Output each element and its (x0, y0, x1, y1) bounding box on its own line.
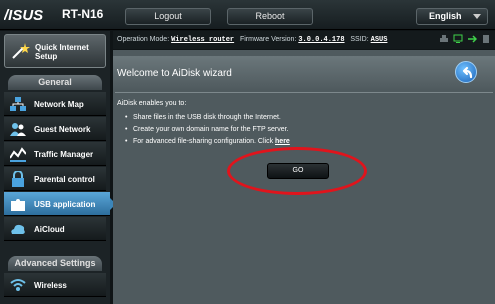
panel-header: Welcome to AiDisk wizard (113, 56, 495, 90)
printer-icon[interactable] (439, 34, 449, 44)
traffic-chart-icon (10, 147, 26, 162)
ssid-link[interactable]: ASUS (371, 36, 388, 44)
quick-internet-setup-button[interactable]: Quick Internet Setup (4, 34, 106, 68)
sidebar-item-parental-control[interactable]: Parental control (4, 167, 106, 191)
firmware-label: Firmware Version: (239, 36, 297, 43)
sidebar-item-usb-application[interactable]: USB application (4, 192, 116, 216)
back-arrow-icon (462, 66, 473, 79)
reboot-button[interactable]: Reboot (227, 8, 313, 25)
sidebar-item-traffic-manager[interactable]: Traffic Manager (4, 142, 106, 166)
operation-mode-link[interactable]: Wireless router (171, 36, 234, 44)
sidebar-item-label: Traffic Manager (34, 150, 94, 159)
cloud-icon (11, 224, 25, 234)
router-model: RT-N16 (62, 7, 104, 21)
header-divider (115, 92, 493, 93)
sidebar-item-guest-network[interactable]: Guest Network (4, 117, 106, 141)
back-button[interactable] (455, 61, 477, 83)
logout-button[interactable]: Logout (125, 8, 211, 25)
disk-icon[interactable] (481, 34, 491, 44)
usb-status-icon[interactable] (467, 34, 478, 44)
page-title: Welcome to AiDisk wizard (117, 68, 232, 79)
network-status-icon[interactable] (453, 34, 463, 44)
sidebar-item-label: Guest Network (34, 125, 91, 134)
sidebar-item-network-map[interactable]: Network Map (4, 92, 106, 116)
chevron-down-icon (473, 14, 481, 19)
intro-text: AiDisk enables you to: (117, 100, 187, 107)
sidebar-item-aicloud[interactable]: AiCloud (4, 217, 106, 241)
go-button[interactable]: GO (267, 163, 329, 179)
sidebar-item-wireless[interactable]: Wireless (4, 273, 106, 297)
ssid-label: SSID: (350, 36, 369, 43)
guest-users-icon (10, 123, 26, 136)
list-item: Create your own domain name for the FTP … (125, 126, 290, 138)
status-bar: Operation Mode: Wireless router Firmware… (113, 31, 495, 49)
advanced-settings-section-title: Advanced Settings (8, 256, 102, 271)
general-section-title: General (8, 75, 102, 90)
advanced-config-text: For advanced file-sharing configuration.… (133, 138, 274, 145)
lock-icon (12, 171, 24, 187)
main-panel: Welcome to AiDisk wizard AiDisk enables … (113, 50, 495, 304)
list-item: For advanced file-sharing configuration.… (125, 138, 290, 150)
sidebar-item-label: Wireless (34, 281, 67, 290)
firmware-link[interactable]: 3.0.0.4.178 (298, 36, 344, 44)
operation-mode-label: Operation Mode: (117, 36, 170, 43)
network-map-icon (10, 97, 26, 111)
puzzle-icon (11, 199, 25, 211)
sidebar-item-label: Network Map (34, 100, 84, 109)
sidebar-item-label: AiCloud (34, 225, 65, 234)
sidebar: Quick Internet Setup General Network Map… (0, 31, 116, 304)
sidebar-item-label: USB application (34, 200, 96, 209)
here-link[interactable]: here (275, 138, 290, 145)
language-label: English (429, 11, 462, 21)
wand-icon (12, 43, 30, 59)
language-select[interactable]: English (416, 8, 488, 25)
wireless-icon (10, 279, 26, 291)
quick-setup-label: Quick Internet Setup (35, 43, 89, 61)
sidebar-item-label: Parental control (34, 175, 95, 184)
list-item: Share files in the USB disk through the … (125, 114, 290, 126)
top-bar: /ISUS RT-N16 Logout Reboot English (0, 0, 495, 30)
svg-text:/ISUS: /ISUS (4, 7, 43, 24)
feature-list: Share files in the USB disk through the … (125, 114, 290, 150)
